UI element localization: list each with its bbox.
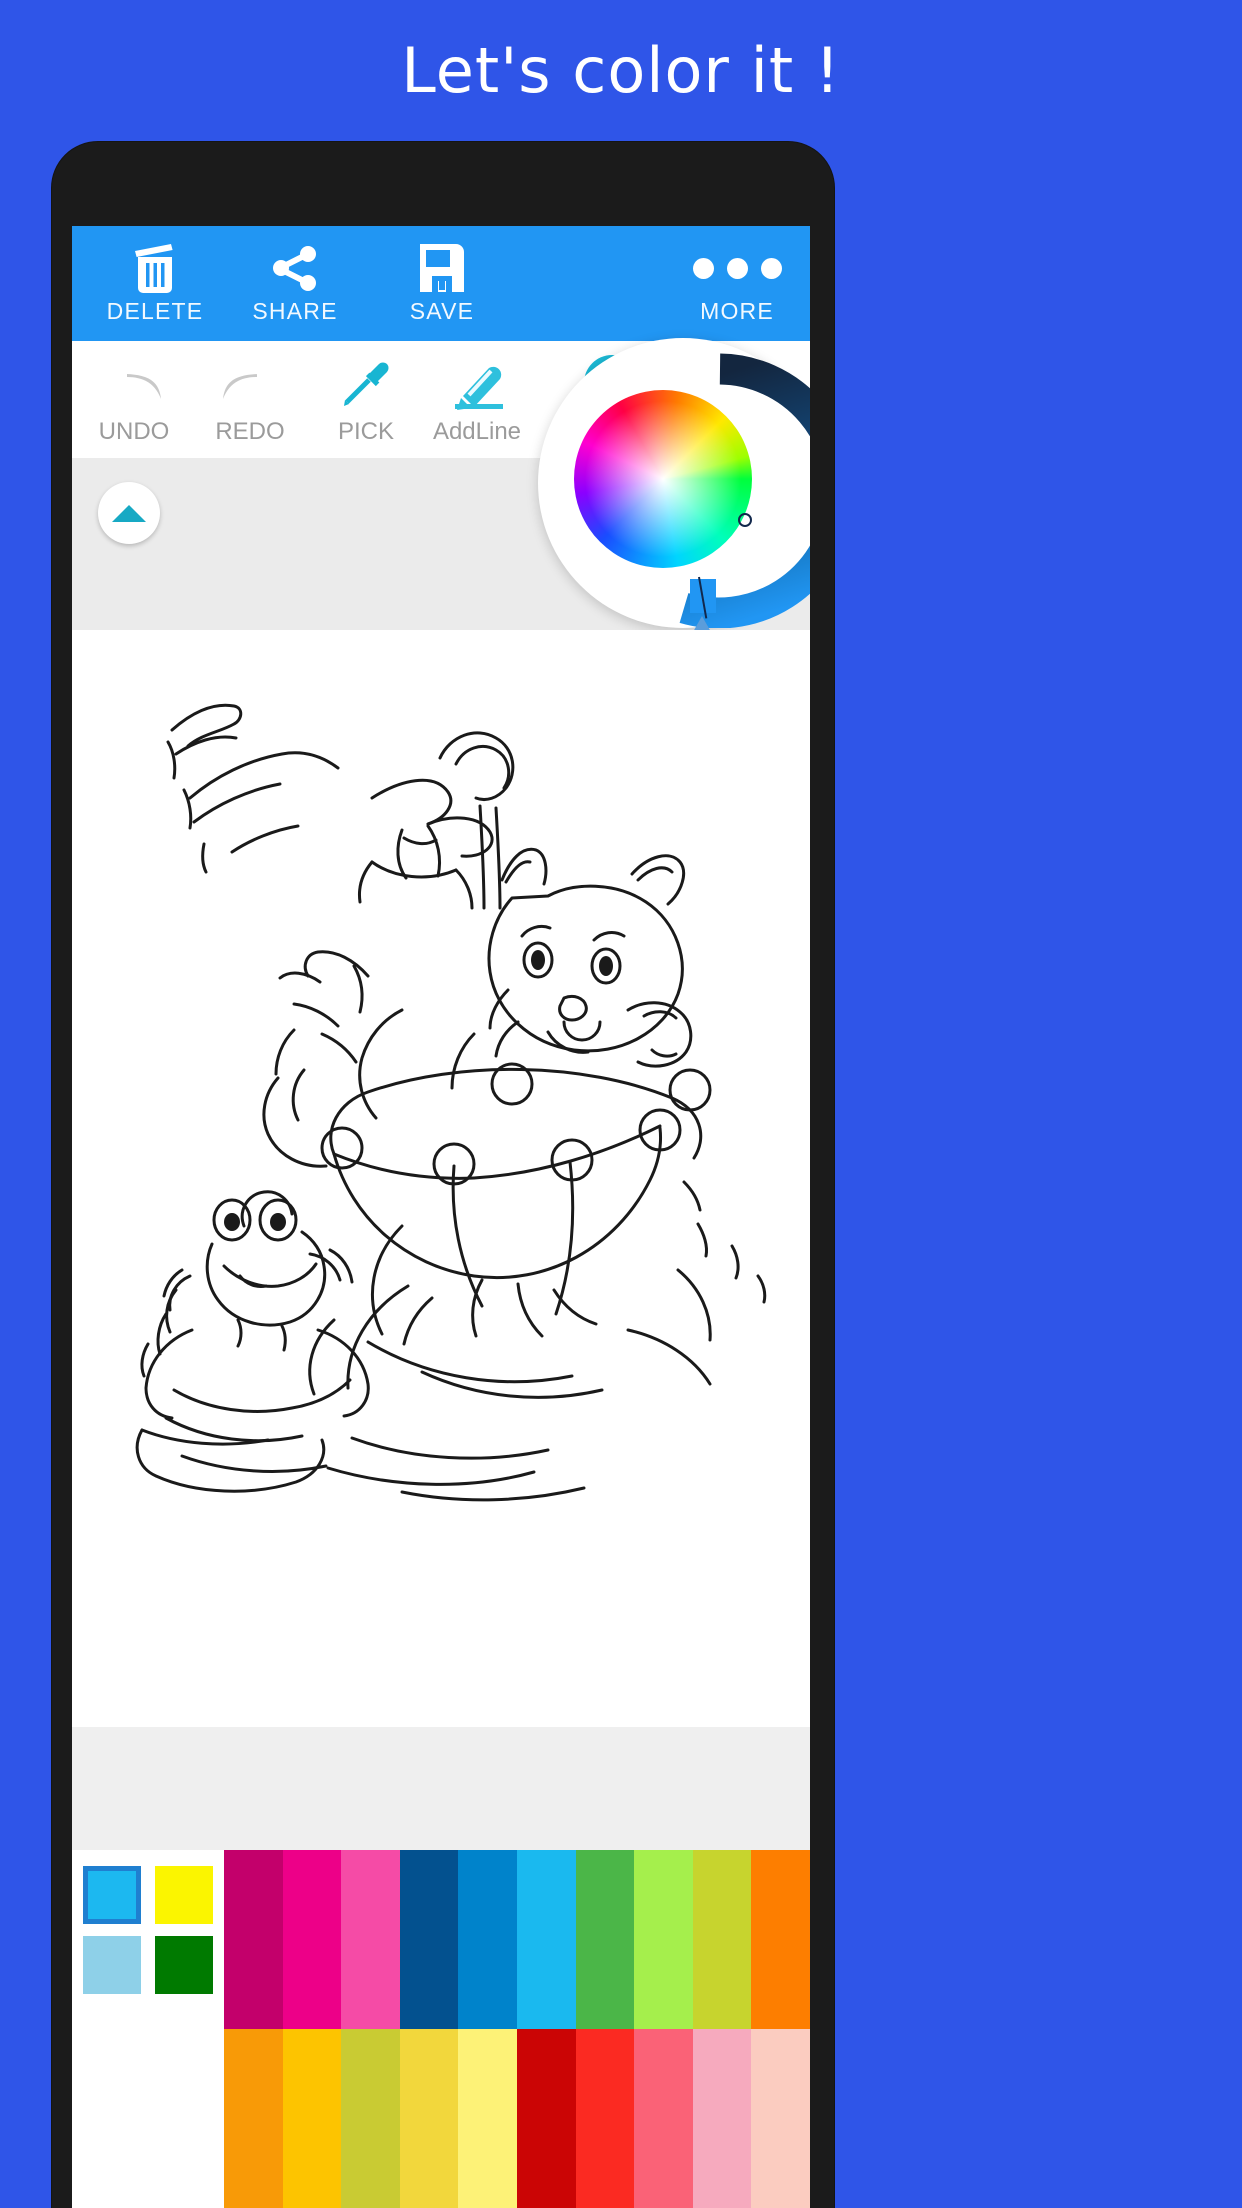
color-palette (72, 1850, 810, 2208)
current-secondary-swatch[interactable] (155, 1866, 213, 1924)
palette-row (224, 2029, 810, 2208)
save-floppy-icon (417, 242, 467, 294)
palette-swatch[interactable] (575, 2029, 635, 2208)
palette-swatch[interactable] (751, 2029, 810, 2208)
current-colors-group (72, 1850, 224, 2208)
recent-secondary-swatch[interactable] (155, 1936, 213, 1994)
canvas-footer-spacer (72, 1727, 810, 1850)
palette-swatch[interactable] (458, 1850, 517, 2029)
drawing-canvas[interactable] (72, 630, 810, 1727)
current-primary-swatch[interactable] (83, 1866, 141, 1924)
addline-button[interactable]: AddLine (402, 341, 552, 458)
palette-swatch[interactable] (224, 2029, 283, 2208)
palette-swatch[interactable] (282, 1850, 342, 2029)
delete-button[interactable]: DELETE (90, 226, 220, 341)
screenshot-root: Let's color it ! DELETE SHARE SAVE MORE … (0, 0, 1242, 2208)
palette-swatch[interactable] (575, 1850, 635, 2029)
redo-button[interactable]: REDO (192, 341, 308, 458)
wheel-selection-cursor (738, 513, 752, 527)
palette-swatch[interactable] (751, 1850, 810, 2029)
palette-swatch[interactable] (692, 2029, 752, 2208)
palette-swatch[interactable] (634, 2029, 693, 2208)
palette-swatch[interactable] (224, 1850, 283, 2029)
pencil-icon (447, 354, 507, 416)
current-colors-row (83, 1866, 213, 1924)
addline-label: AddLine (432, 417, 522, 445)
eyedropper-icon (337, 354, 395, 416)
collapse-panel-button[interactable] (98, 482, 160, 544)
palette-row (224, 1850, 810, 2029)
undo-arrow-icon (103, 354, 165, 416)
palette-swatch[interactable] (458, 2029, 517, 2208)
palette-swatch[interactable] (341, 1850, 400, 2029)
palette-swatch[interactable] (399, 2029, 459, 2208)
phone-mockup: DELETE SHARE SAVE MORE UNDO REDO PICK Ad… (52, 142, 834, 2208)
redo-arrow-icon (219, 354, 281, 416)
more-button[interactable]: MORE (672, 226, 802, 341)
recent-colors-row (83, 1936, 213, 1994)
save-button[interactable]: SAVE (377, 226, 507, 341)
undo-button[interactable]: UNDO (76, 341, 192, 458)
share-button[interactable]: SHARE (230, 226, 360, 341)
palette-swatch[interactable] (634, 1850, 693, 2029)
undo-label: UNDO (98, 417, 170, 445)
delete-label: DELETE (106, 298, 204, 324)
color-picker-panel[interactable] (538, 338, 810, 632)
palette-grid (224, 1850, 810, 2208)
coloring-line-art (135, 703, 767, 1502)
triangle-up-icon (112, 504, 146, 522)
action-bar: DELETE SHARE SAVE MORE (72, 226, 810, 341)
palette-swatch[interactable] (399, 1850, 459, 2029)
pick-label: PICK (337, 417, 394, 445)
phone-screen: DELETE SHARE SAVE MORE UNDO REDO PICK Ad… (72, 226, 810, 2208)
share-label: SHARE (252, 298, 338, 324)
palette-swatch[interactable] (282, 2029, 342, 2208)
hue-saturation-wheel[interactable] (574, 390, 752, 568)
recent-primary-swatch[interactable] (83, 1936, 141, 1994)
save-label: SAVE (409, 298, 475, 324)
palette-swatch[interactable] (516, 1850, 576, 2029)
redo-label: REDO (215, 417, 285, 445)
overflow-dots-icon (692, 242, 782, 294)
trash-icon (132, 242, 178, 294)
palette-swatch[interactable] (692, 1850, 752, 2029)
palette-swatch[interactable] (516, 2029, 576, 2208)
more-label: MORE (700, 298, 774, 324)
palette-swatch[interactable] (341, 2029, 400, 2208)
share-icon (270, 242, 320, 294)
page-title: Let's color it ! (401, 34, 841, 107)
